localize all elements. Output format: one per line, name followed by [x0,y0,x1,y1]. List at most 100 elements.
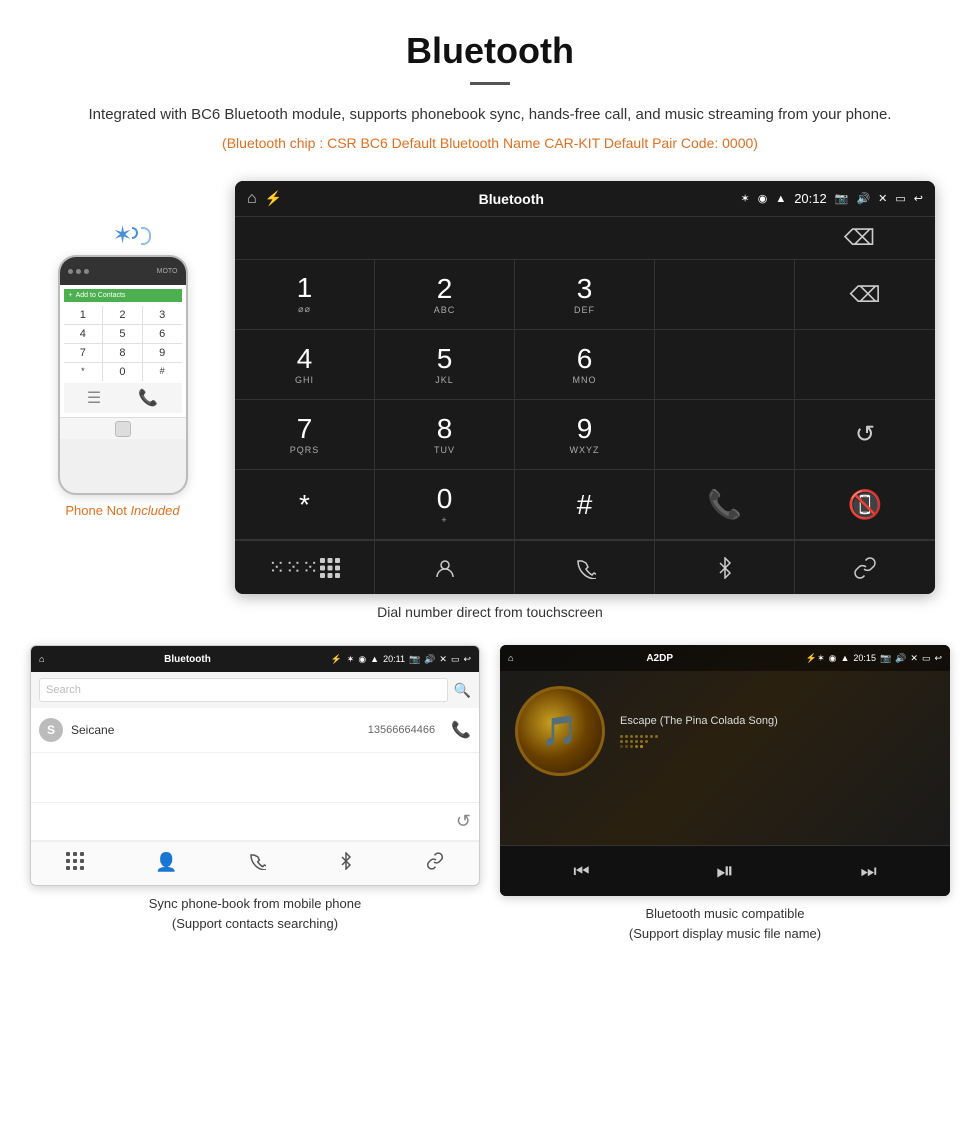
phone-key-hash: # [143,363,182,381]
music-prev-button[interactable]: ⏮ [573,861,589,882]
pb-search-box[interactable]: Search [39,678,448,702]
phone-key-star: * [64,363,103,381]
pb-right-icons: ✶ ◉ ▲ 20:11 📷 🔊 ✕ ▭ ↩ [347,654,471,665]
dial-key-hash[interactable]: # [515,470,655,540]
music-caption: Bluetooth music compatible (Support disp… [500,904,950,943]
pb-tb-phone[interactable] [248,852,266,875]
dial-hangup-button[interactable]: 📵 [795,470,935,540]
dial-screen: ⌂ ⚡ Bluetooth ✶ ◉ ▲ 20:12 📷 🔊 ✕ ▭ ↩ [235,181,935,594]
pb-tb-link[interactable] [426,852,444,875]
window-icon: ▭ [895,192,905,205]
pb-tb-contacts-active[interactable]: 👤 [155,852,177,875]
phonebook-block: ⌂ Bluetooth ⚡ ✶ ◉ ▲ 20:11 📷 🔊 ✕ ▭ ↩ [30,645,480,943]
dial-status-bar: ⌂ ⚡ Bluetooth ✶ ◉ ▲ 20:12 📷 🔊 ✕ ▭ ↩ [235,181,935,217]
dial-refresh-cell[interactable]: ↺ [795,400,935,470]
dial-key-star[interactable]: * [235,470,375,540]
pb-search-icon[interactable]: 🔍 [454,682,471,699]
dial-key-4[interactable]: 4 GHI [235,330,375,400]
phone-key-6: 6 [143,325,182,343]
dial-key-empty-4 [655,400,795,470]
signal-arcs [132,227,151,245]
page-header: Bluetooth Integrated with BC6 Bluetooth … [0,0,980,181]
pb-search-row: Search 🔍 [31,672,479,708]
music-screenshot: ⌂ A2DP ⚡ ✶ ◉ ▲ 20:15 📷 🔊 ✕ ▭ ↩ [500,645,950,896]
page-title: Bluetooth [60,30,920,72]
mdot [640,735,643,738]
pb-back-icon: ↩ [463,654,471,665]
status-bar-left: ⌂ ⚡ [247,190,282,208]
phone-key-9: 9 [143,344,182,362]
music-next-button[interactable]: ⏭ [860,861,876,882]
phone-home-button [115,421,131,437]
mdot [645,740,648,743]
music-gps-icon: ◉ [829,653,837,664]
mdot [620,740,623,743]
backspace-button[interactable]: ⌫ [844,225,875,251]
toolbar-contacts-btn[interactable] [375,541,515,594]
pb-bt-icon: ✶ [347,654,355,665]
mdot [620,735,623,738]
dial-toolbar: ⁙⁙⁙ [235,540,935,594]
mdot [640,745,643,748]
pb-tb-dialpad[interactable] [66,852,84,875]
signal-arc-2 [141,227,151,245]
pb-refresh-icon[interactable]: ↺ [456,811,471,832]
dialpad-icon: ⁙⁙⁙ [268,555,318,580]
phone-top-bar: MOTO [60,257,186,285]
music-x-icon: ✕ [910,653,918,664]
pb-win-icon: ▭ [451,654,460,665]
pb-contact-row[interactable]: S Seicane 13566664466 📞 [31,708,479,753]
music-win-icon: ▭ [922,653,931,664]
phone-dots [68,269,89,274]
pb-tb-bluetooth[interactable] [337,852,355,875]
dial-call-button[interactable]: 📞 [655,470,795,540]
pb-call-row-icon[interactable]: 📞 [451,720,471,740]
dial-key-2[interactable]: 2 ABC [375,260,515,330]
dial-key-9[interactable]: 9 WXYZ [515,400,655,470]
toolbar-dialpad-btn[interactable]: ⁙⁙⁙ [235,541,375,594]
toolbar-bluetooth-btn[interactable] [655,541,795,594]
dial-key-3[interactable]: 3 DEF [515,260,655,330]
music-background: ⌂ A2DP ⚡ ✶ ◉ ▲ 20:15 📷 🔊 ✕ ▭ ↩ [500,645,950,845]
dial-key-7[interactable]: 7 PQRS [235,400,375,470]
dial-key-1[interactable]: 1 ⌀⌀ [235,260,375,330]
pb-bt-label: Bluetooth [49,654,325,665]
phone-container: ✶ MOTO +Add to Contacts 1 [30,181,215,518]
bluetooth-specs: (Bluetooth chip : CSR BC6 Default Blueto… [60,135,920,151]
toolbar-link-btn[interactable] [795,541,935,594]
dial-key-5[interactable]: 5 JKL [375,330,515,400]
phone-bottom-bar [60,417,186,439]
music-right-icons: ✶ ◉ ▲ 20:15 📷 🔊 ✕ ▭ ↩ [817,653,942,664]
dial-key-6[interactable]: 6 MNO [515,330,655,400]
close-icon: ✕ [878,192,887,205]
dot-3 [84,269,89,274]
phone-not-included-label: Phone Not Included [65,503,179,518]
music-album-art: 🎵 [515,686,605,776]
mdot [625,735,628,738]
bluetooth-icon: ✶ [112,221,132,250]
dot-1 [68,269,73,274]
toolbar-phone-btn[interactable] [515,541,655,594]
status-bar-right: ✶ ◉ ▲ 20:12 📷 🔊 ✕ ▭ ↩ [740,191,923,206]
mdot [620,745,623,748]
music-play-pause-button[interactable]: ⏯ [716,858,734,884]
dial-key-empty-2 [655,330,795,400]
dial-key-8[interactable]: 8 TUV [375,400,515,470]
mdot [640,740,643,743]
pb-gps-icon: ◉ [358,654,366,665]
pb-empty-rows [31,753,479,803]
phone-key-8: 8 [103,344,142,362]
mdot [635,735,638,738]
mdot [635,745,638,748]
pb-cam-icon: 📷 [409,654,420,665]
pb-home-icon: ⌂ [39,654,44,664]
mdot [630,745,633,748]
phonebook-caption: Sync phone-book from mobile phone (Suppo… [30,894,480,933]
dial-backspace-cell[interactable]: ⌫ [795,260,935,330]
phone-mockup: MOTO +Add to Contacts 1 2 3 4 5 6 7 8 9 … [58,255,188,495]
dial-key-0[interactable]: 0 + [375,470,515,540]
moto-label: MOTO [157,268,178,275]
music-status-title: A2DP [513,653,805,664]
page-description: Integrated with BC6 Bluetooth module, su… [60,103,920,127]
title-divider [470,82,510,85]
